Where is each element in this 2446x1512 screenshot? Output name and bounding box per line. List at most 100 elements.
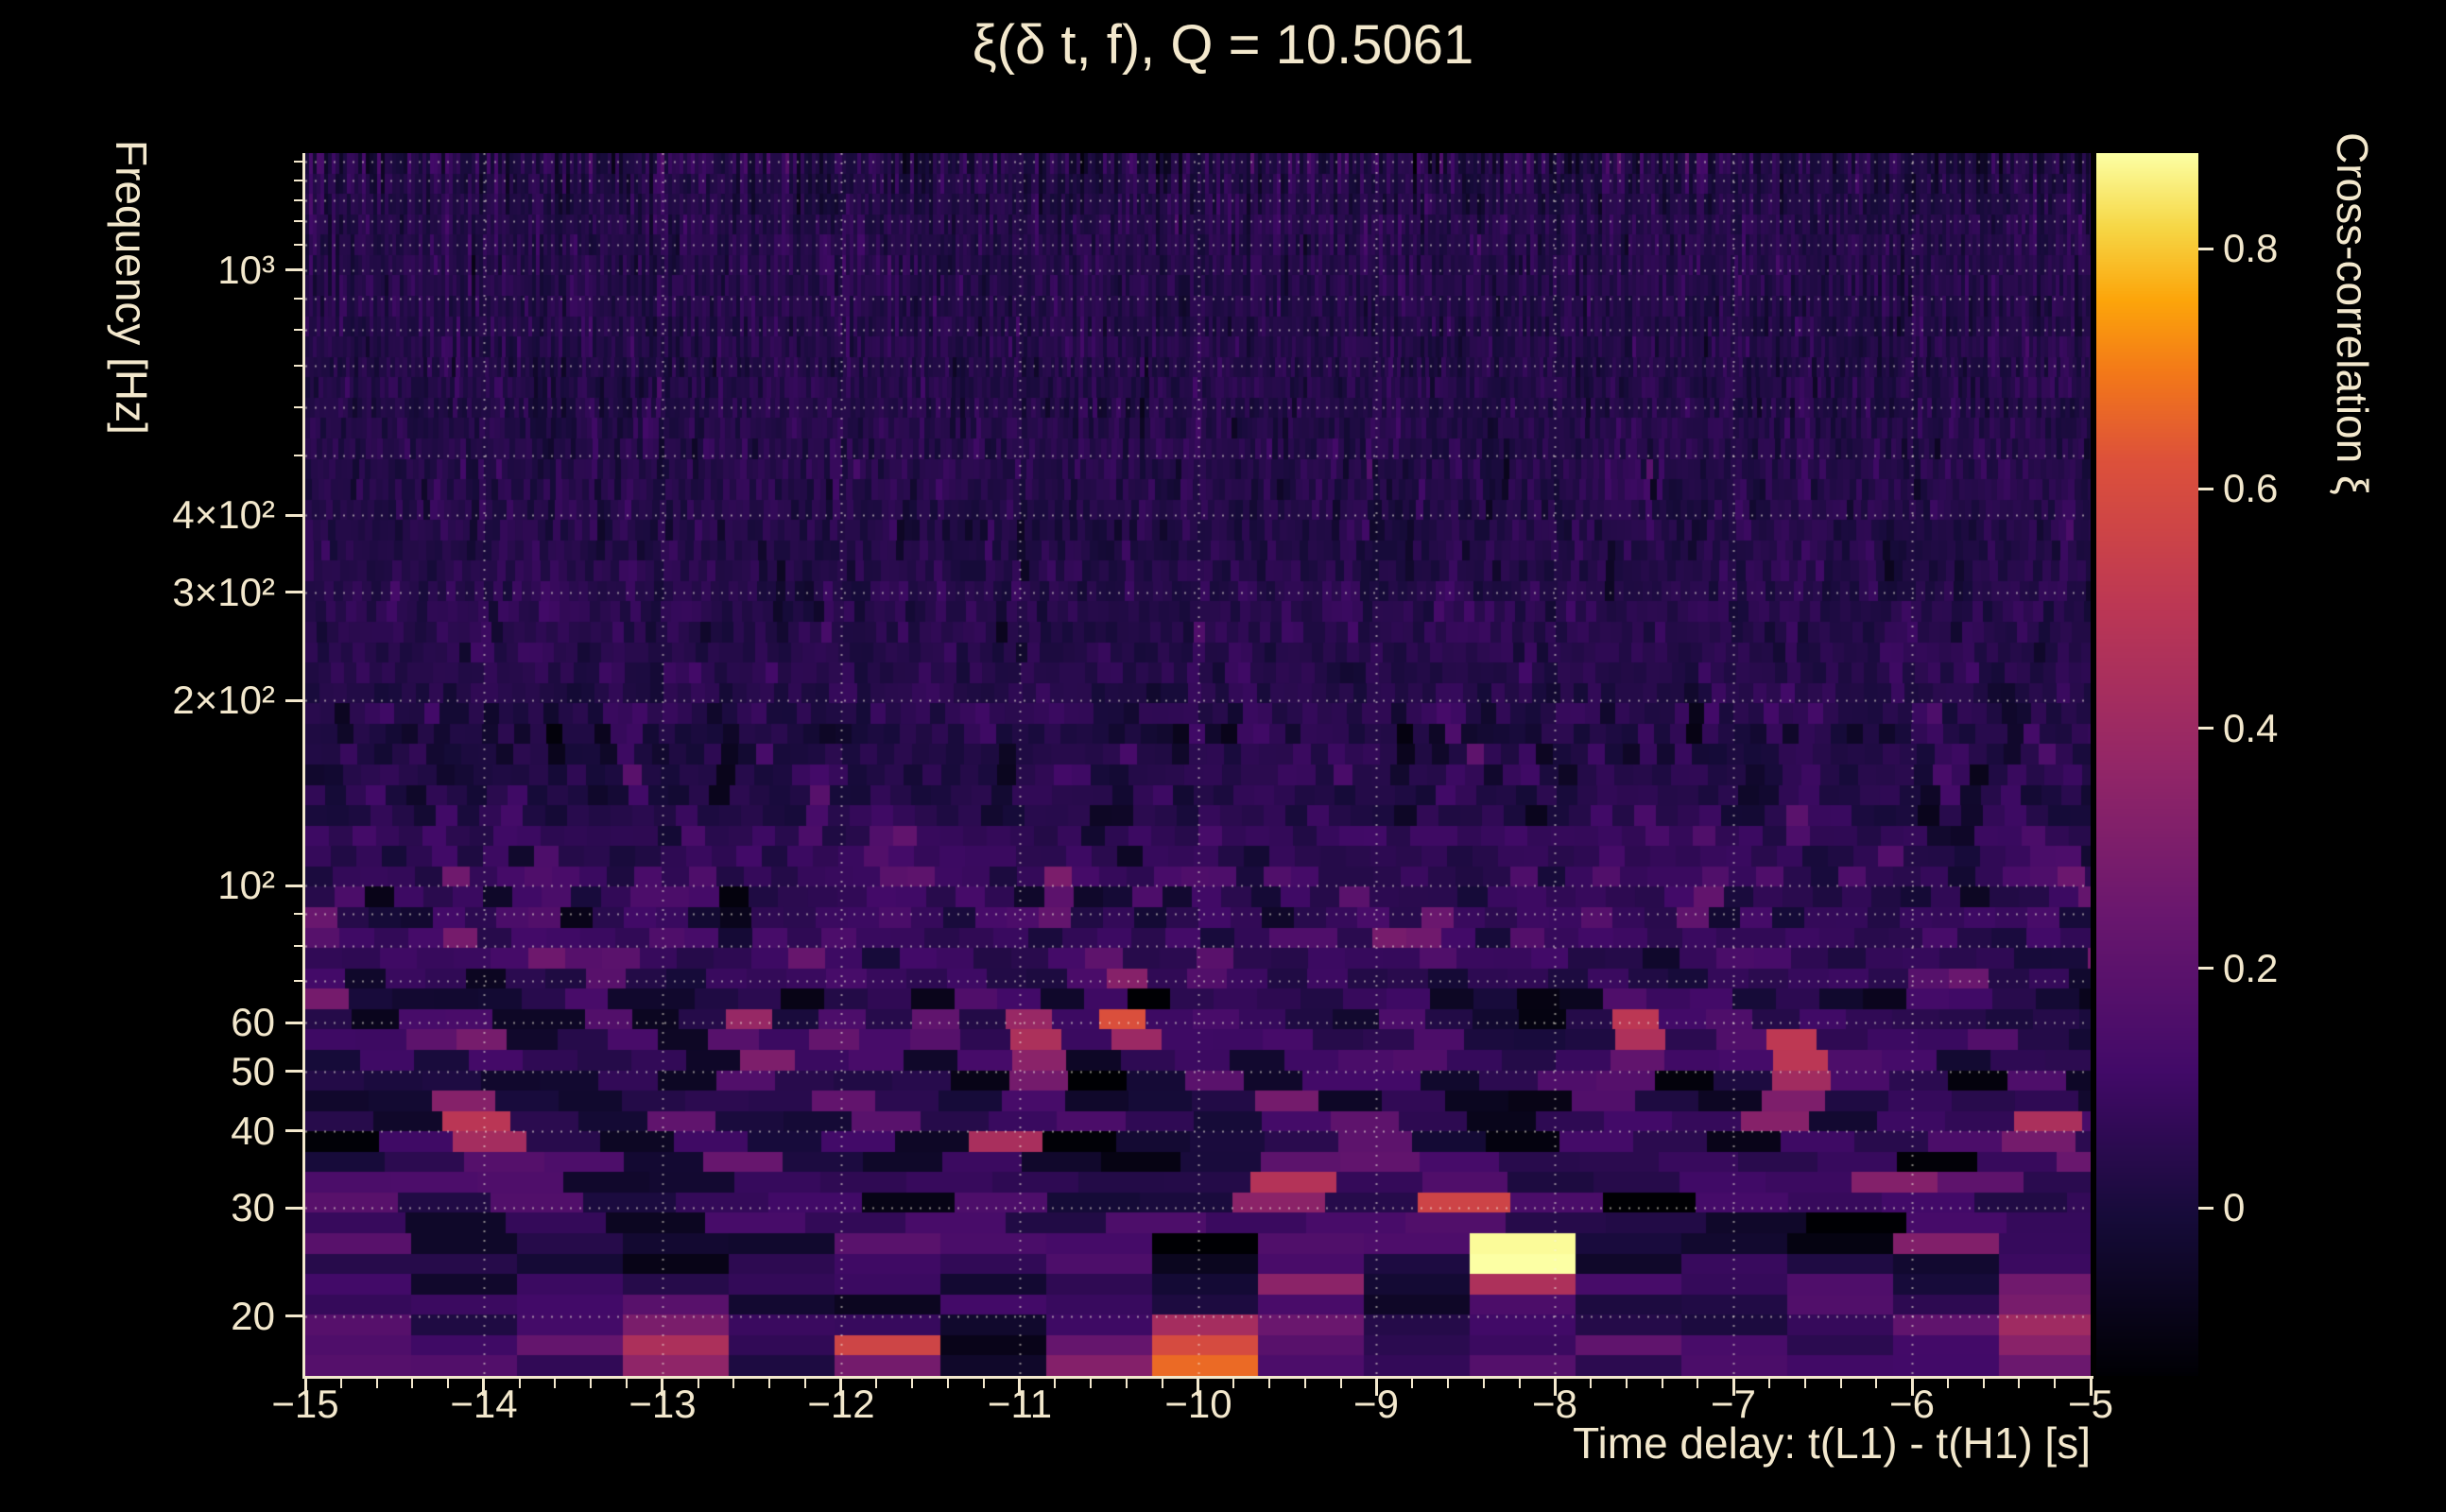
x-tick-label: −11 (944, 1382, 1095, 1427)
y-tick-label: 40 (0, 1108, 275, 1154)
x-minor-tick (1983, 1379, 1985, 1388)
colorbar-tick (2198, 727, 2213, 730)
y-tick (285, 514, 305, 517)
x-minor-tick (1626, 1379, 1628, 1388)
y-minor-tick (294, 161, 305, 163)
x-minor-tick (1447, 1379, 1449, 1388)
y-minor-tick (294, 913, 305, 915)
x-tick-label: −7 (1658, 1382, 1809, 1427)
x-minor-tick (1947, 1379, 1949, 1388)
x-minor-tick (1483, 1379, 1485, 1388)
x-minor-tick (732, 1379, 734, 1388)
x-minor-tick (1411, 1379, 1413, 1388)
x-minor-tick (1519, 1379, 1521, 1388)
x-minor-tick (983, 1379, 985, 1388)
x-minor-tick (626, 1379, 628, 1388)
y-tick-label: 3×10² (0, 570, 275, 615)
x-minor-tick (1340, 1379, 1342, 1388)
x-minor-tick (1162, 1379, 1163, 1388)
chart-title: ξ(δ t, f), Q = 10.5061 (0, 13, 2446, 77)
y-minor-tick (294, 329, 305, 331)
x-tick-label: −15 (230, 1382, 381, 1427)
x-minor-tick (1126, 1379, 1128, 1388)
y-tick (285, 699, 305, 702)
colorbar-tick-label: 0.4 (2223, 706, 2278, 751)
x-minor-tick (1304, 1379, 1306, 1388)
x-minor-tick (698, 1379, 699, 1388)
x-minor-tick (1875, 1379, 1877, 1388)
y-minor-tick (294, 220, 305, 222)
y-minor-tick (294, 980, 305, 982)
y-axis-line (302, 153, 305, 1379)
x-minor-tick (2054, 1379, 2056, 1388)
x-minor-tick (1804, 1379, 1806, 1388)
y-tick (285, 1207, 305, 1210)
y-tick (285, 1314, 305, 1317)
x-minor-tick (1232, 1379, 1234, 1388)
y-minor-tick (294, 365, 305, 367)
x-minor-tick (875, 1379, 877, 1388)
y-tick-label: 10³ (0, 248, 275, 293)
y-minor-tick (294, 455, 305, 456)
x-minor-tick (768, 1379, 770, 1388)
y-tick-label: 30 (0, 1185, 275, 1230)
x-minor-tick (1768, 1379, 1770, 1388)
y-tick (285, 268, 305, 271)
y-tick (285, 1022, 305, 1024)
y-tick-label: 2×10² (0, 678, 275, 723)
y-tick-label: 60 (0, 1000, 275, 1045)
x-minor-tick (947, 1379, 949, 1388)
x-minor-tick (1697, 1379, 1698, 1388)
x-tick-label: −8 (1479, 1382, 1630, 1427)
colorbar-title: Cross-correlation ξ (2327, 132, 2378, 495)
x-minor-tick (590, 1379, 592, 1388)
x-minor-tick (376, 1379, 378, 1388)
x-minor-tick (1840, 1379, 1842, 1388)
y-tick-label: 4×10² (0, 492, 275, 538)
y-tick-label: 50 (0, 1049, 275, 1094)
colorbar-tick (2198, 1207, 2213, 1210)
x-minor-tick (2018, 1379, 2020, 1388)
y-minor-tick (294, 199, 305, 201)
x-tick-label: −9 (1301, 1382, 1452, 1427)
colorbar-canvas (2096, 153, 2198, 1376)
y-minor-tick (294, 406, 305, 408)
x-minor-tick (519, 1379, 521, 1388)
colorbar-tick (2198, 488, 2213, 490)
x-minor-tick (804, 1379, 806, 1388)
figure: ξ(δ t, f), Q = 10.5061 Frequency [Hz] Ti… (0, 0, 2446, 1512)
x-tick-label: −6 (1836, 1382, 1988, 1427)
y-tick-label: 20 (0, 1294, 275, 1339)
x-tick-label: −13 (587, 1382, 738, 1427)
y-minor-tick (294, 244, 305, 246)
y-tick (285, 885, 305, 887)
x-minor-tick (554, 1379, 556, 1388)
x-tick-label: −10 (1123, 1382, 1274, 1427)
x-minor-tick (340, 1379, 342, 1388)
x-minor-tick (1090, 1379, 1092, 1388)
x-minor-tick (1054, 1379, 1056, 1388)
x-minor-tick (447, 1379, 449, 1388)
y-minor-tick (294, 945, 305, 947)
colorbar-tick-label: 0.2 (2223, 946, 2278, 991)
colorbar-tick-label: 0 (2223, 1185, 2245, 1230)
y-tick (285, 591, 305, 593)
x-tick-label: −14 (408, 1382, 560, 1427)
x-tick-label: −5 (2015, 1382, 2166, 1427)
x-minor-tick (411, 1379, 413, 1388)
colorbar-tick-label: 0.8 (2223, 226, 2278, 271)
x-minor-tick (1268, 1379, 1270, 1388)
y-tick (285, 1129, 305, 1132)
y-minor-tick (294, 180, 305, 181)
y-minor-tick (294, 298, 305, 300)
colorbar-tick-label: 0.6 (2223, 466, 2278, 511)
colorbar-tick (2198, 248, 2213, 250)
heatmap-canvas (305, 153, 2091, 1376)
x-minor-tick (911, 1379, 913, 1388)
x-minor-tick (1590, 1379, 1592, 1388)
x-tick-label: −12 (766, 1382, 917, 1427)
y-tick (285, 1070, 305, 1073)
x-minor-tick (1662, 1379, 1663, 1388)
y-tick-label: 10² (0, 863, 275, 908)
colorbar-tick (2198, 967, 2213, 970)
